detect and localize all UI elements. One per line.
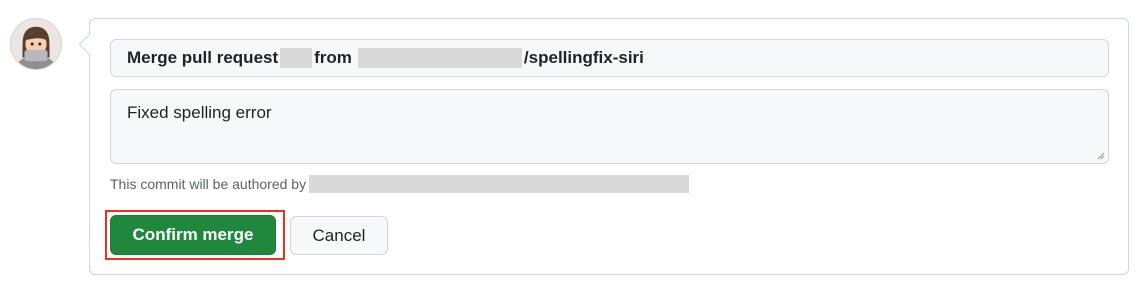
commit-description-textarea[interactable]: Fixed spelling error <box>110 89 1109 164</box>
merge-form: Merge pull request from /spellingfix-sir… <box>78 18 1129 275</box>
resize-handle-icon[interactable] <box>1097 152 1105 160</box>
redacted-author <box>309 175 690 193</box>
user-avatar-icon[interactable] <box>10 18 62 70</box>
author-note-text: This commit will be authored by <box>110 176 307 192</box>
confirm-merge-button[interactable]: Confirm merge <box>110 215 276 255</box>
commit-title-input[interactable]: Merge pull request from /spellingfix-sir… <box>110 39 1109 77</box>
description-text: Fixed spelling error <box>127 103 272 122</box>
title-from: from <box>314 48 352 67</box>
cancel-button[interactable]: Cancel <box>290 216 388 255</box>
redacted-branch-owner <box>357 48 522 68</box>
comment-caret <box>78 33 101 56</box>
author-note: This commit will be authored by <box>110 175 690 193</box>
title-prefix: Merge pull request <box>127 48 279 67</box>
title-branch: /spellingfix-siri <box>523 48 644 67</box>
redacted-pr-number <box>280 48 313 68</box>
